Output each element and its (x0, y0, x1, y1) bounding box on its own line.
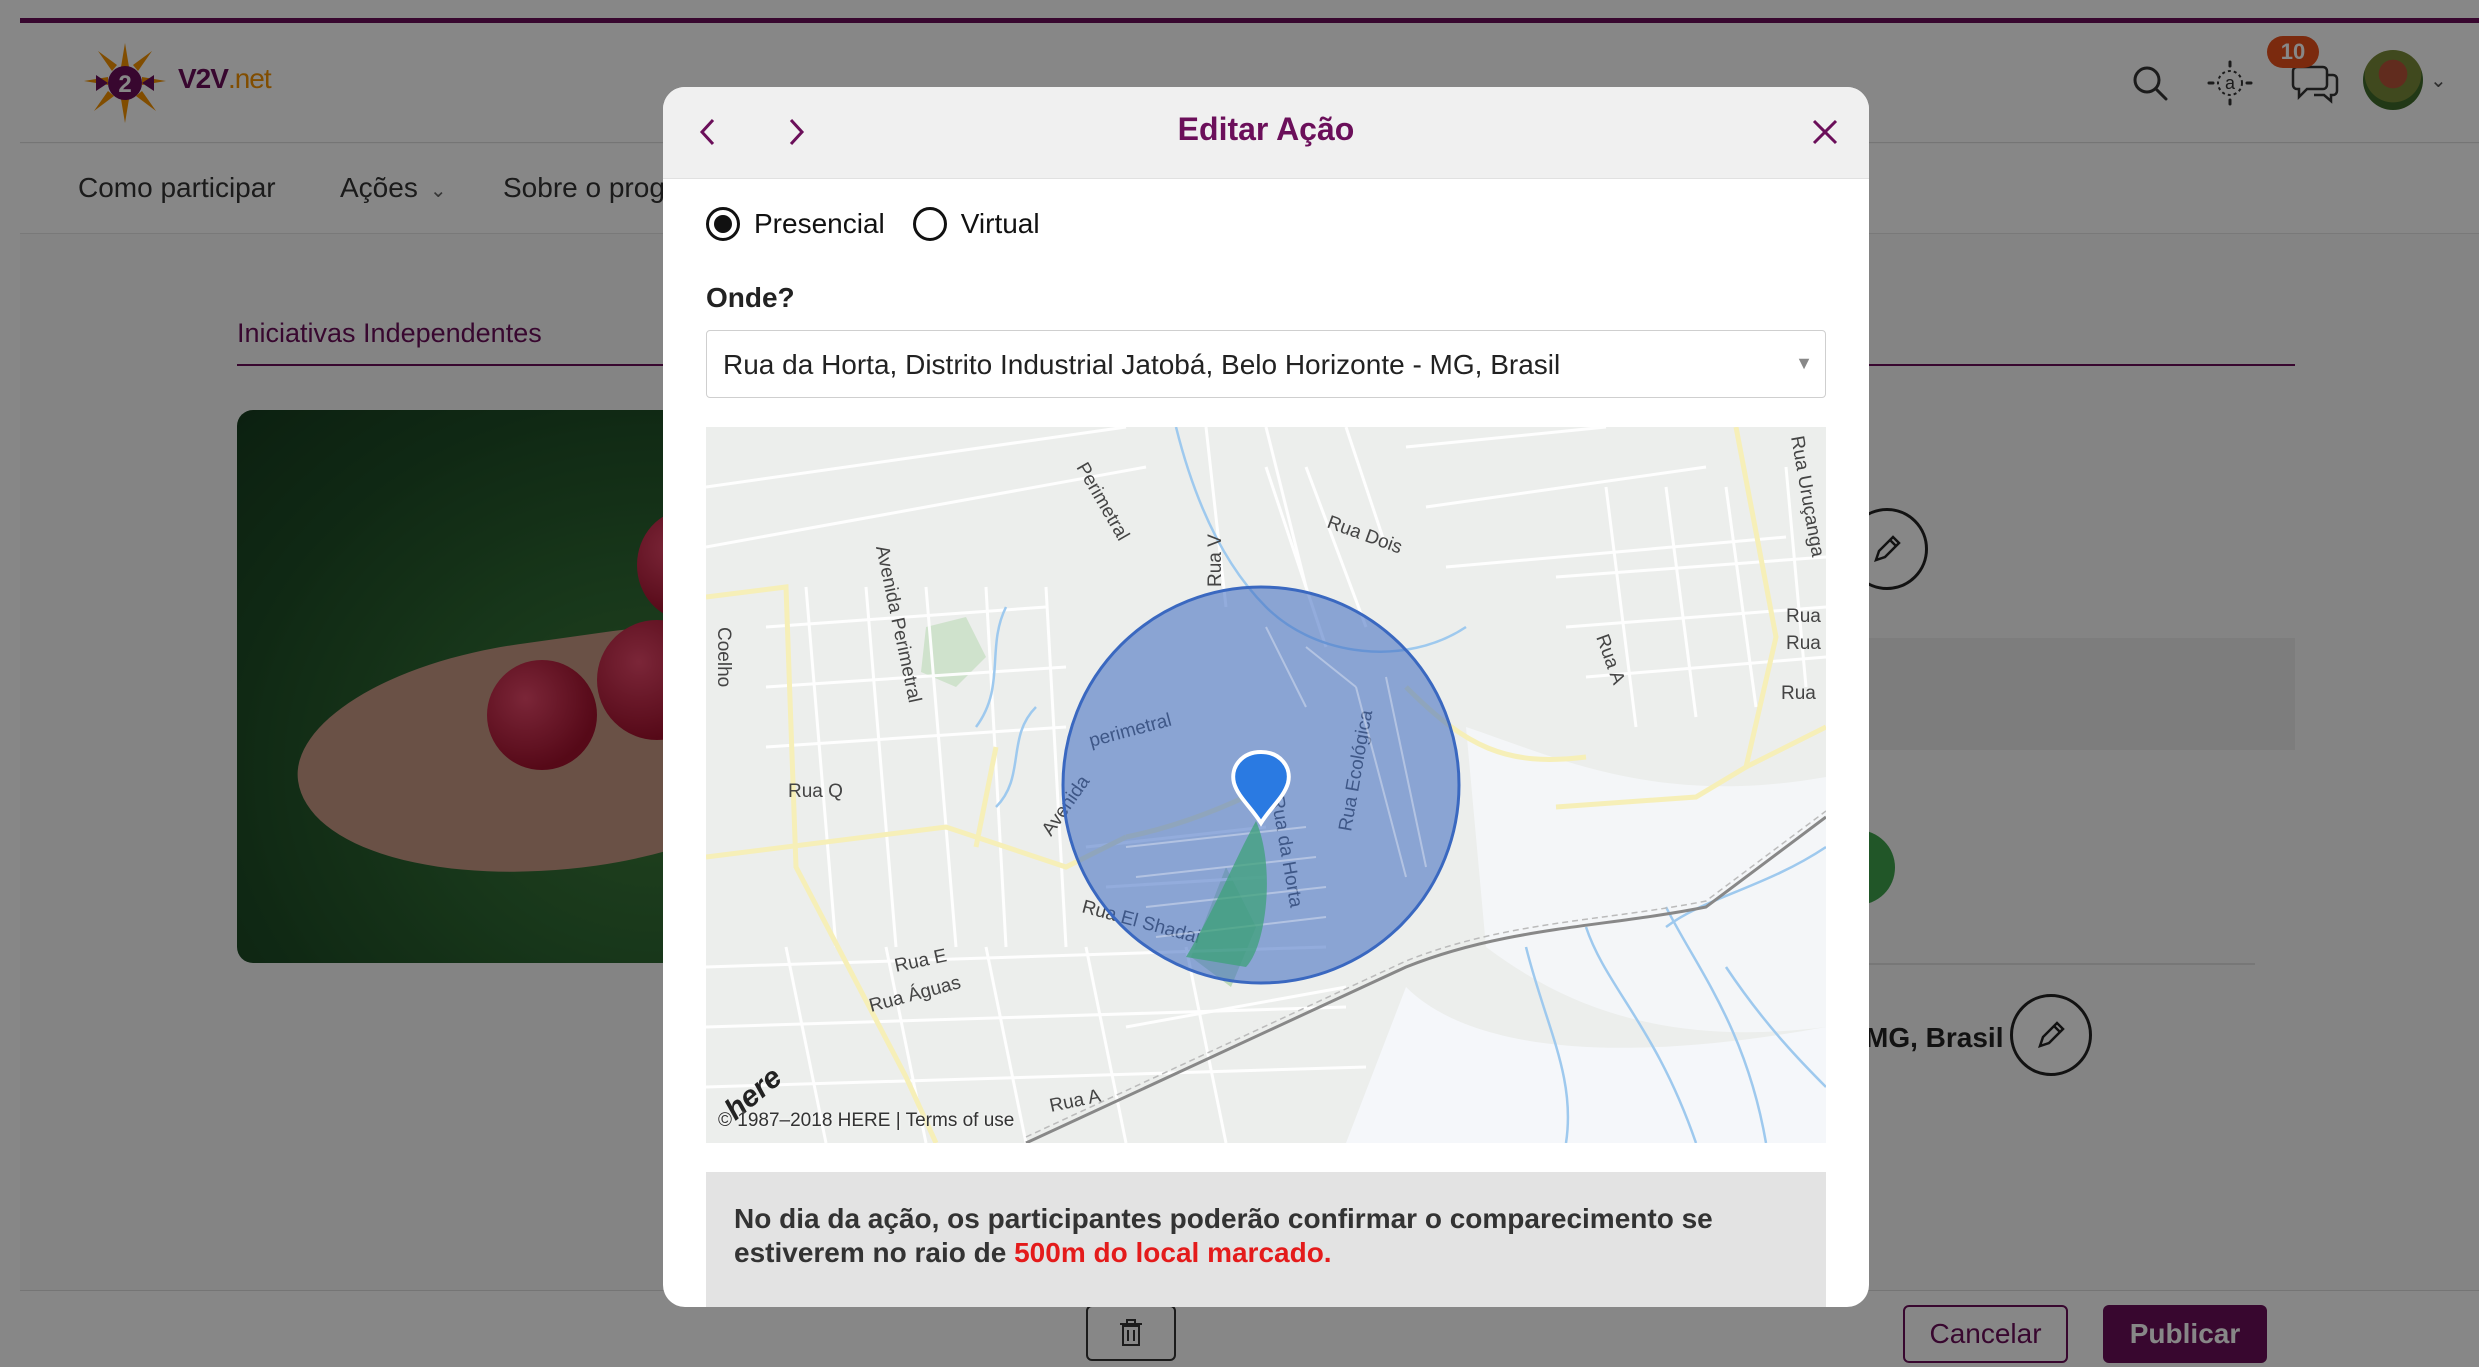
svg-text:Rua: Rua (1786, 606, 1821, 627)
edit-action-modal: Editar Ação Presencial Virtual Onde? Rua… (663, 87, 1869, 1307)
close-icon[interactable] (1800, 107, 1850, 157)
mode-radio-group: Presencial Virtual (706, 204, 1068, 244)
location-select[interactable]: Rua da Horta, Distrito Industrial Jatobá… (706, 330, 1826, 398)
svg-text:Rua: Rua (1781, 683, 1816, 704)
info-box: No dia da ação, os participantes poderão… (706, 1172, 1826, 1307)
radio-presencial[interactable] (706, 207, 740, 241)
svg-text:Rua Q: Rua Q (788, 781, 843, 802)
svg-text:Coelho: Coelho (713, 627, 734, 687)
where-label: Onde? (706, 282, 795, 313)
info-highlight: 500m do local marcado. (1014, 1237, 1332, 1268)
info-text: No dia da ação, os participantes poderão… (734, 1203, 1713, 1268)
modal-header: Editar Ação (663, 87, 1869, 179)
svg-text:Rua V: Rua V (1205, 534, 1226, 587)
map-canvas: Perimetral Rua V Rua Dois Rua Uruçanga A… (706, 427, 1826, 1143)
radio-virtual[interactable] (912, 207, 947, 241)
map-credit[interactable]: © 1987–2018 HERE | Terms of use (718, 1110, 1014, 1132)
radio-label-virtual[interactable]: Virtual (961, 208, 1040, 240)
modal-title: Editar Ação (1177, 111, 1355, 147)
location-value: Rua da Horta, Distrito Industrial Jatobá… (723, 349, 1561, 380)
caret-down-icon: ▼ (1795, 353, 1813, 373)
svg-text:Rua: Rua (1786, 633, 1821, 654)
location-map[interactable]: Perimetral Rua V Rua Dois Rua Uruçanga A… (706, 427, 1826, 1143)
radio-label-presencial[interactable]: Presencial (754, 208, 885, 240)
